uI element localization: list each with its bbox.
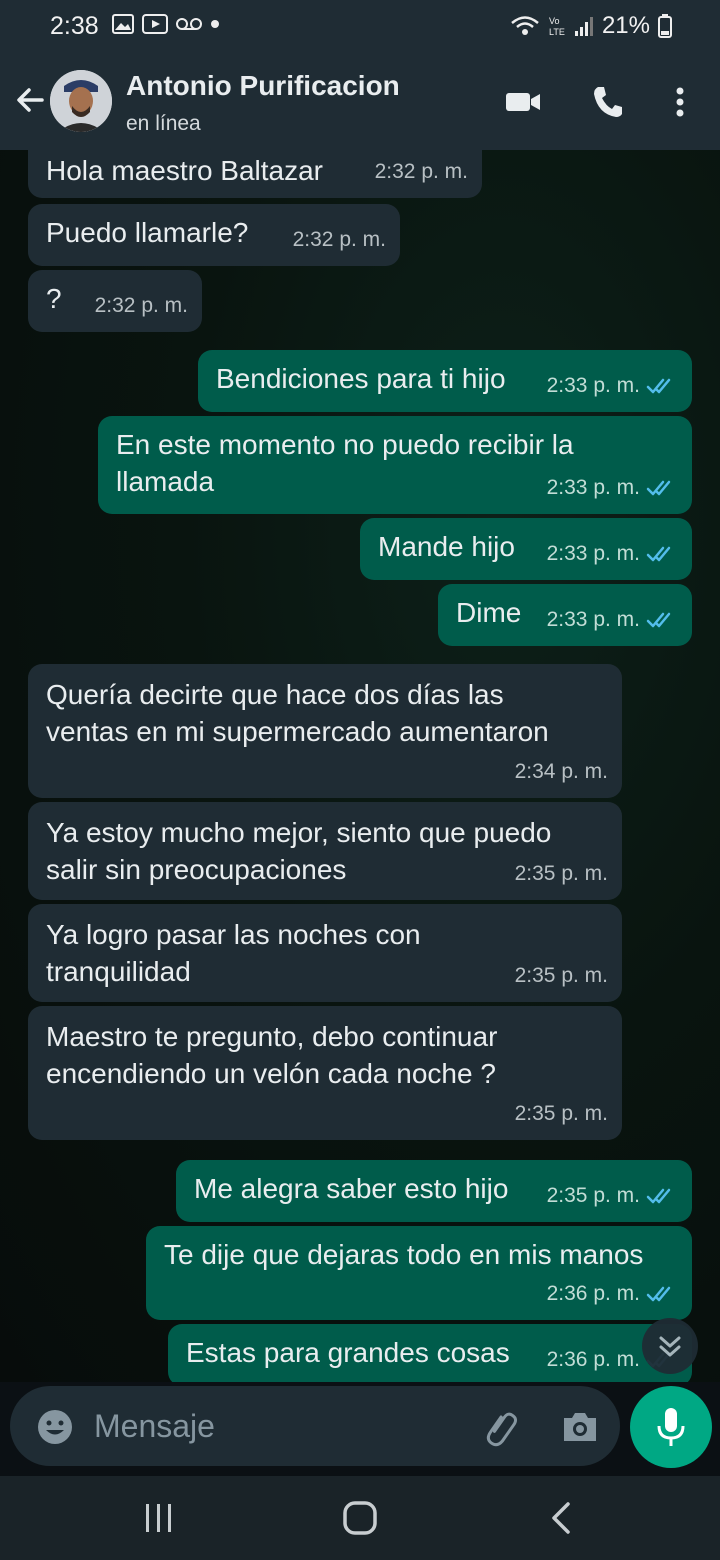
emoji-icon[interactable] — [36, 1408, 74, 1446]
message-time: 2:33 p. m. — [547, 601, 678, 638]
message-input[interactable]: Mensaje — [94, 1408, 215, 1445]
message-time: 2:34 p. m. — [514, 760, 608, 783]
message-time: 2:32 p. m. — [292, 228, 386, 251]
home-icon[interactable] — [340, 1498, 380, 1538]
message-incoming[interactable]: Quería decirte que hace dos días las ven… — [28, 664, 622, 798]
chat-area[interactable]: Hola maestro Baltazar 2:32 p. m. Puedo l… — [0, 150, 720, 1382]
composer-bar: Mensaje — [0, 1382, 720, 1476]
message-time: 2:32 p. m. — [94, 294, 188, 317]
recents-icon[interactable] — [142, 1502, 176, 1534]
message-time: 2:35 p. m. — [547, 1177, 678, 1214]
system-nav-bar — [0, 1476, 720, 1560]
voicemail-icon — [176, 18, 202, 30]
status-bar: 2:38 Vo LTE 21% — [0, 0, 720, 56]
battery-percent: 21% — [601, 12, 650, 39]
message-time: 2:36 p. m. — [547, 1275, 678, 1312]
read-receipt-icon — [646, 1286, 671, 1301]
message-time: 2:35 p. m. — [514, 1102, 608, 1125]
attach-icon[interactable] — [482, 1408, 522, 1448]
mic-icon — [657, 1408, 685, 1446]
message-outgoing[interactable]: Estas para grandes cosas 2:36 p. m. — [168, 1324, 692, 1382]
chat-header: Antonio Purificacion en línea — [0, 56, 720, 150]
signal-icon — [574, 17, 593, 36]
message-time: 2:33 p. m. — [547, 535, 678, 572]
message-time: 2:33 p. m. — [547, 367, 678, 404]
message-outgoing[interactable]: En este momento no puedo recibir la llam… — [98, 416, 692, 514]
message-incoming[interactable]: ? 2:32 p. m. — [28, 270, 202, 332]
video-call-icon[interactable] — [504, 84, 542, 120]
message-outgoing[interactable]: Me alegra saber esto hijo 2:35 p. m. — [176, 1160, 692, 1222]
message-time: 2:35 p. m. — [514, 862, 608, 885]
gallery-icon — [112, 14, 134, 34]
voice-call-icon[interactable] — [590, 84, 624, 120]
battery-icon — [658, 14, 672, 38]
more-vert-icon[interactable] — [672, 84, 688, 120]
read-receipt-icon — [646, 1188, 671, 1203]
svg-text:Vo: Vo — [549, 16, 560, 26]
message-incoming[interactable]: Ya estoy mucho mejor, siento que puedo s… — [28, 802, 622, 900]
message-input-container[interactable]: Mensaje — [10, 1386, 620, 1466]
status-time: 2:38 — [50, 12, 99, 40]
read-receipt-icon — [646, 378, 671, 393]
message-outgoing[interactable]: Bendiciones para ti hijo 2:33 p. m. — [198, 350, 692, 412]
message-incoming[interactable]: Maestro te pregunto, debo continuar ence… — [28, 1006, 622, 1140]
message-time: 2:33 p. m. — [547, 469, 678, 506]
avatar-portrait — [50, 70, 112, 132]
volte-icon: VoLTE — [549, 16, 565, 37]
read-receipt-icon — [646, 546, 671, 561]
back-arrow-icon[interactable] — [12, 82, 48, 118]
double-chevron-down-icon — [659, 1336, 681, 1357]
contact-name[interactable]: Antonio Purificacion — [126, 70, 400, 102]
message-incoming[interactable]: Ya logro pasar las noches con tranquilid… — [28, 904, 622, 1002]
scroll-to-bottom-button[interactable] — [642, 1318, 698, 1374]
youtube-icon — [142, 14, 168, 34]
camera-icon[interactable] — [560, 1408, 600, 1446]
message-time: 2:32 p. m. — [374, 160, 468, 183]
message-time: 2:35 p. m. — [514, 964, 608, 987]
message-incoming[interactable]: Hola maestro Baltazar 2:32 p. m. — [28, 150, 482, 198]
read-receipt-icon — [646, 480, 671, 495]
voice-record-button[interactable] — [630, 1386, 712, 1468]
svg-text:LTE: LTE — [549, 27, 565, 37]
wifi-icon — [511, 16, 539, 35]
message-incoming[interactable]: Puedo llamarle? 2:32 p. m. — [28, 204, 400, 266]
dot-icon — [211, 20, 219, 28]
read-receipt-icon — [646, 612, 671, 627]
contact-status: en línea — [126, 112, 201, 135]
avatar[interactable] — [50, 70, 112, 132]
back-icon[interactable] — [546, 1500, 576, 1536]
message-outgoing[interactable]: Mande hijo 2:33 p. m. — [360, 518, 692, 580]
message-outgoing[interactable]: Te dije que dejaras todo en mis manos 2:… — [146, 1226, 692, 1320]
message-outgoing[interactable]: Dime 2:33 p. m. — [438, 584, 692, 646]
